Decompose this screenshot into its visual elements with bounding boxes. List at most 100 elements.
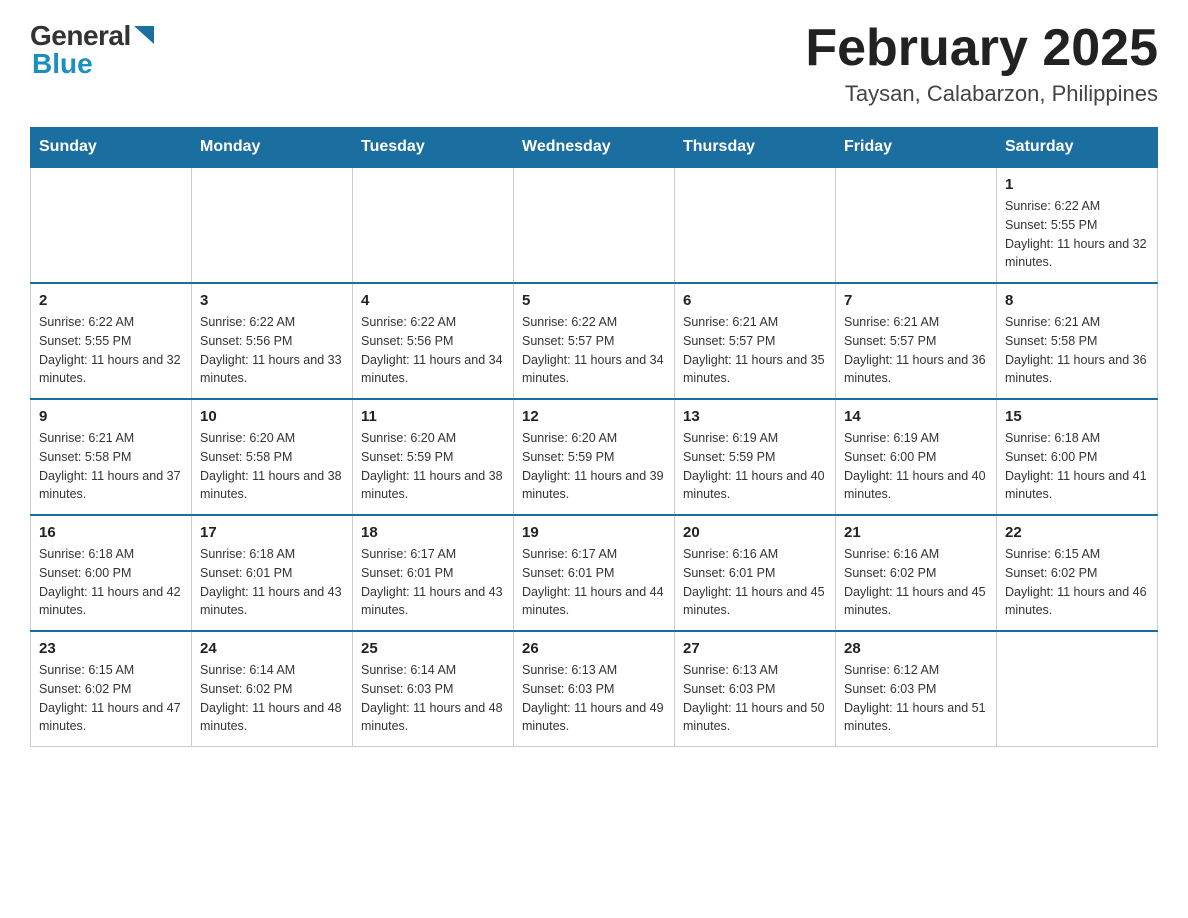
day-info: Sunrise: 6:21 AMSunset: 5:58 PMDaylight:… (1005, 313, 1149, 388)
day-number: 3 (200, 292, 344, 309)
logo-blue-text: Blue (32, 48, 93, 80)
table-row (675, 167, 836, 283)
table-row: 28 Sunrise: 6:12 AMSunset: 6:03 PMDayligh… (836, 631, 997, 747)
table-row (514, 167, 675, 283)
table-row: 24 Sunrise: 6:14 AMSunset: 6:02 PMDayligh… (192, 631, 353, 747)
day-info: Sunrise: 6:16 AMSunset: 6:01 PMDaylight:… (683, 545, 827, 620)
header-monday: Monday (192, 128, 353, 168)
day-number: 4 (361, 292, 505, 309)
logo: General Blue (30, 20, 154, 80)
day-info: Sunrise: 6:18 AMSunset: 6:00 PMDaylight:… (1005, 429, 1149, 504)
table-row: 21 Sunrise: 6:16 AMSunset: 6:02 PMDayligh… (836, 515, 997, 631)
day-number: 26 (522, 640, 666, 657)
day-info: Sunrise: 6:20 AMSunset: 5:59 PMDaylight:… (361, 429, 505, 504)
table-row: 18Sunrise: 6:17 AMSunset: 6:01 PMDayligh… (353, 515, 514, 631)
day-info: Sunrise: 6:22 AMSunset: 5:55 PMDaylight:… (39, 313, 183, 388)
table-row: 11 Sunrise: 6:20 AMSunset: 5:59 PMDayligh… (353, 399, 514, 515)
title-block: February 2025 Taysan, Calabarzon, Philip… (805, 20, 1158, 107)
day-info: Sunrise: 6:22 AMSunset: 5:56 PMDaylight:… (200, 313, 344, 388)
day-number: 28 (844, 640, 988, 657)
table-row (192, 167, 353, 283)
day-number: 6 (683, 292, 827, 309)
day-number: 27 (683, 640, 827, 657)
day-info: Sunrise: 6:13 AMSunset: 6:03 PMDaylight:… (522, 661, 666, 736)
day-number: 20 (683, 524, 827, 541)
calendar-week-1: 1 Sunrise: 6:22 AMSunset: 5:55 PMDaylight… (31, 167, 1158, 283)
header-friday: Friday (836, 128, 997, 168)
day-info: Sunrise: 6:15 AMSunset: 6:02 PMDaylight:… (39, 661, 183, 736)
day-info: Sunrise: 6:22 AMSunset: 5:57 PMDaylight:… (522, 313, 666, 388)
table-row: 25 Sunrise: 6:14 AMSunset: 6:03 PMDayligh… (353, 631, 514, 747)
table-row: 23 Sunrise: 6:15 AMSunset: 6:02 PMDayligh… (31, 631, 192, 747)
table-row: 13Sunrise: 6:19 AMSunset: 5:59 PMDayligh… (675, 399, 836, 515)
table-row (997, 631, 1158, 747)
day-number: 21 (844, 524, 988, 541)
day-info: Sunrise: 6:22 AMSunset: 5:55 PMDaylight:… (1005, 197, 1149, 272)
table-row: 8 Sunrise: 6:21 AMSunset: 5:58 PMDaylight… (997, 283, 1158, 399)
day-number: 18 (361, 524, 505, 541)
table-row: 3 Sunrise: 6:22 AMSunset: 5:56 PMDaylight… (192, 283, 353, 399)
day-number: 8 (1005, 292, 1149, 309)
day-number: 23 (39, 640, 183, 657)
table-row: 4 Sunrise: 6:22 AMSunset: 5:56 PMDaylight… (353, 283, 514, 399)
table-row: 1 Sunrise: 6:22 AMSunset: 5:55 PMDaylight… (997, 167, 1158, 283)
header-thursday: Thursday (675, 128, 836, 168)
day-info: Sunrise: 6:18 AMSunset: 6:01 PMDaylight:… (200, 545, 344, 620)
day-info: Sunrise: 6:16 AMSunset: 6:02 PMDaylight:… (844, 545, 988, 620)
table-row: 6 Sunrise: 6:21 AMSunset: 5:57 PMDaylight… (675, 283, 836, 399)
calendar-title: February 2025 (805, 20, 1158, 77)
day-number: 11 (361, 408, 505, 425)
table-row: 15 Sunrise: 6:18 AMSunset: 6:00 PMDayligh… (997, 399, 1158, 515)
table-row: 7 Sunrise: 6:21 AMSunset: 5:57 PMDaylight… (836, 283, 997, 399)
table-row: 2 Sunrise: 6:22 AMSunset: 5:55 PMDaylight… (31, 283, 192, 399)
day-info: Sunrise: 6:18 AMSunset: 6:00 PMDaylight:… (39, 545, 183, 620)
day-number: 1 (1005, 176, 1149, 193)
day-info: Sunrise: 6:14 AMSunset: 6:02 PMDaylight:… (200, 661, 344, 736)
day-info: Sunrise: 6:22 AMSunset: 5:56 PMDaylight:… (361, 313, 505, 388)
calendar-week-5: 23 Sunrise: 6:15 AMSunset: 6:02 PMDayligh… (31, 631, 1158, 747)
day-number: 24 (200, 640, 344, 657)
table-row: 20 Sunrise: 6:16 AMSunset: 6:01 PMDayligh… (675, 515, 836, 631)
day-info: Sunrise: 6:21 AMSunset: 5:57 PMDaylight:… (683, 313, 827, 388)
day-info: Sunrise: 6:21 AMSunset: 5:57 PMDaylight:… (844, 313, 988, 388)
day-info: Sunrise: 6:19 AMSunset: 6:00 PMDaylight:… (844, 429, 988, 504)
calendar-header-row: Sunday Monday Tuesday Wednesday Thursday… (31, 128, 1158, 168)
day-info: Sunrise: 6:12 AMSunset: 6:03 PMDaylight:… (844, 661, 988, 736)
day-number: 2 (39, 292, 183, 309)
day-info: Sunrise: 6:15 AMSunset: 6:02 PMDaylight:… (1005, 545, 1149, 620)
table-row: 27 Sunrise: 6:13 AMSunset: 6:03 PMDayligh… (675, 631, 836, 747)
day-number: 5 (522, 292, 666, 309)
table-row: 9 Sunrise: 6:21 AMSunset: 5:58 PMDaylight… (31, 399, 192, 515)
table-row: 19 Sunrise: 6:17 AMSunset: 6:01 PMDayligh… (514, 515, 675, 631)
table-row: 5 Sunrise: 6:22 AMSunset: 5:57 PMDaylight… (514, 283, 675, 399)
calendar-table: Sunday Monday Tuesday Wednesday Thursday… (30, 127, 1158, 747)
table-row (836, 167, 997, 283)
day-number: 10 (200, 408, 344, 425)
day-info: Sunrise: 6:17 AMSunset: 6:01 PMDaylight:… (522, 545, 666, 620)
day-number: 16 (39, 524, 183, 541)
table-row: 12Sunrise: 6:20 AMSunset: 5:59 PMDayligh… (514, 399, 675, 515)
day-number: 7 (844, 292, 988, 309)
table-row: 17 Sunrise: 6:18 AMSunset: 6:01 PMDayligh… (192, 515, 353, 631)
calendar-week-3: 9 Sunrise: 6:21 AMSunset: 5:58 PMDaylight… (31, 399, 1158, 515)
calendar-week-2: 2 Sunrise: 6:22 AMSunset: 5:55 PMDaylight… (31, 283, 1158, 399)
day-info: Sunrise: 6:20 AMSunset: 5:58 PMDaylight:… (200, 429, 344, 504)
day-number: 22 (1005, 524, 1149, 541)
table-row: 22 Sunrise: 6:15 AMSunset: 6:02 PMDayligh… (997, 515, 1158, 631)
day-number: 19 (522, 524, 666, 541)
table-row: 10 Sunrise: 6:20 AMSunset: 5:58 PMDayligh… (192, 399, 353, 515)
header-saturday: Saturday (997, 128, 1158, 168)
calendar-week-4: 16 Sunrise: 6:18 AMSunset: 6:00 PMDayligh… (31, 515, 1158, 631)
day-number: 15 (1005, 408, 1149, 425)
day-number: 17 (200, 524, 344, 541)
header-tuesday: Tuesday (353, 128, 514, 168)
day-info: Sunrise: 6:14 AMSunset: 6:03 PMDaylight:… (361, 661, 505, 736)
calendar-location: Taysan, Calabarzon, Philippines (805, 81, 1158, 107)
day-number: 12 (522, 408, 666, 425)
logo-arrow-icon (134, 26, 154, 44)
day-info: Sunrise: 6:13 AMSunset: 6:03 PMDaylight:… (683, 661, 827, 736)
day-number: 25 (361, 640, 505, 657)
header-wednesday: Wednesday (514, 128, 675, 168)
day-info: Sunrise: 6:21 AMSunset: 5:58 PMDaylight:… (39, 429, 183, 504)
day-number: 9 (39, 408, 183, 425)
